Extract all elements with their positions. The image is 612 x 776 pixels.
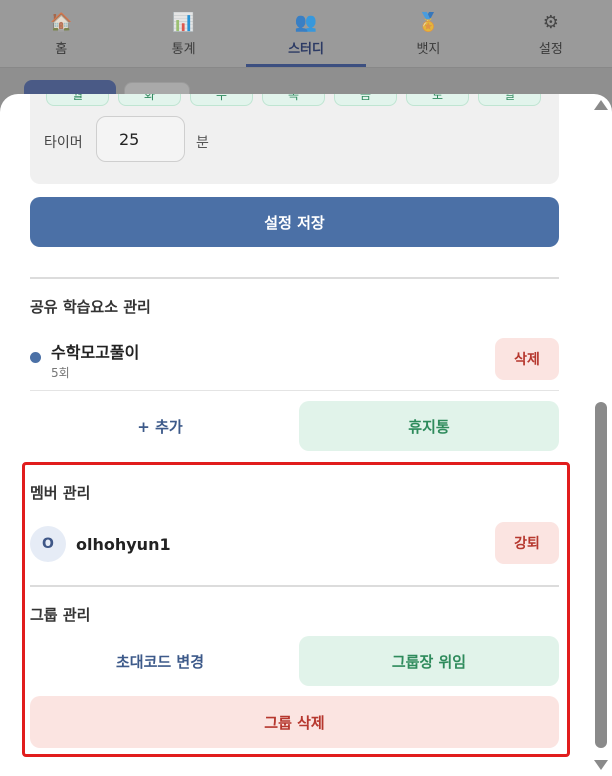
delete-group-button[interactable]: 그룹 삭제	[30, 696, 559, 748]
change-invite-code-button[interactable]: 초대코드 변경	[30, 636, 290, 686]
home-icon: 🏠	[49, 12, 73, 33]
nav-label: 설정	[538, 41, 563, 57]
nav-label: 홈	[55, 41, 68, 57]
nav-study[interactable]: 👥 스터디	[245, 0, 367, 67]
medal-icon: 🏅	[417, 12, 440, 33]
item-count: 5회	[51, 366, 70, 380]
nav-home[interactable]: 🏠 홈	[0, 0, 122, 67]
nav-settings[interactable]: ⚙ 설정	[490, 0, 612, 67]
nav-label: 스터디	[288, 41, 324, 57]
shared-items-title: 공유 학습요소 관리	[30, 298, 151, 316]
item-name: 수학모고풀이	[51, 343, 140, 362]
day-wed[interactable]: 수	[190, 94, 253, 106]
avatar: O	[30, 526, 66, 562]
divider	[30, 585, 559, 587]
divider	[30, 390, 559, 391]
scrollbar-thumb[interactable]	[595, 402, 607, 748]
delete-item-button[interactable]: 삭제	[495, 338, 559, 380]
divider	[30, 277, 559, 279]
day-thu[interactable]: 목	[262, 94, 325, 106]
timer-unit: 분	[196, 135, 209, 151]
save-settings-button[interactable]: 설정 저장	[30, 197, 559, 247]
member-row: O olhohyun1 강퇴	[30, 522, 559, 566]
timer-label: 타이머	[44, 135, 83, 151]
transfer-leader-button[interactable]: 그룹장 위임	[299, 636, 559, 686]
gear-icon: ⚙	[542, 12, 559, 33]
day-sat[interactable]: 토	[406, 94, 469, 106]
trash-button[interactable]: 휴지통	[299, 401, 559, 451]
chart-icon: 📊	[172, 12, 195, 33]
list-item: 수학모고풀이 5회 삭제	[30, 334, 559, 386]
nav-label: 뱃지	[416, 41, 441, 57]
top-nav: 🏠 홈 📊 통계 👥 스터디 🏅 뱃지 ⚙ 설정	[0, 0, 612, 68]
day-sun[interactable]: 일	[478, 94, 541, 106]
study-settings-card: 월 화 수 목 금 토 일 타이머 분	[30, 94, 559, 184]
member-name: olhohyun1	[76, 535, 171, 554]
timer-input[interactable]	[96, 116, 185, 162]
day-selector: 월 화 수 목 금 토 일	[46, 94, 541, 106]
nav-label: 통계	[171, 41, 196, 57]
day-tue[interactable]: 화	[118, 94, 181, 106]
member-management-title: 멤버 관리	[30, 484, 91, 502]
add-item-button[interactable]: + 추가	[30, 401, 290, 451]
nav-stats[interactable]: 📊 통계	[122, 0, 244, 67]
day-fri[interactable]: 금	[334, 94, 397, 106]
people-icon: 👥	[294, 12, 318, 33]
scroll-down-arrow-icon[interactable]	[594, 760, 608, 770]
group-settings-sheet: 월 화 수 목 금 토 일 타이머 분 설정 저장 공유 학습요소 관리 수학모…	[0, 94, 612, 776]
nav-badges[interactable]: 🏅 뱃지	[367, 0, 489, 67]
item-dot	[30, 352, 41, 363]
day-mon[interactable]: 월	[46, 94, 109, 106]
kick-member-button[interactable]: 강퇴	[495, 522, 559, 564]
scroll-up-arrow-icon[interactable]	[594, 100, 608, 110]
group-management-title: 그룹 관리	[30, 606, 91, 624]
